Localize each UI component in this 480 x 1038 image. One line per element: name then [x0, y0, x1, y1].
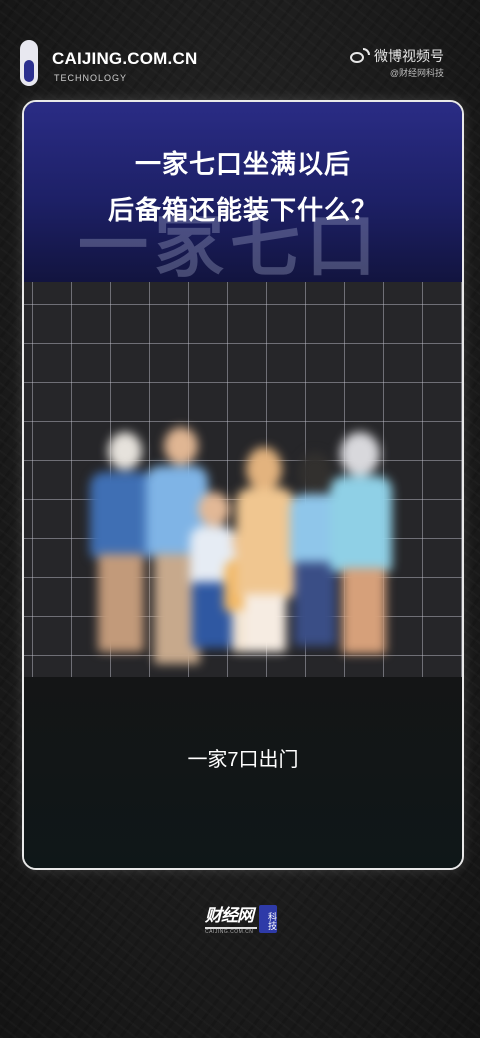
brand-tagline: TECHNOLOGY [54, 73, 128, 83]
card-header: 一家七口 一家七口坐满以后 后备箱还能装下什么？ [24, 102, 462, 285]
weibo-handle: @财经网科技 [389, 68, 444, 78]
footer-logo-main: 财经网 [205, 905, 257, 929]
weibo-icon [350, 48, 370, 64]
weibo-watermark: 微博视频号 [350, 46, 444, 66]
caijing-logo-icon [20, 40, 54, 90]
family-figures [24, 282, 462, 677]
brand-name: CAIJING.COM.CN [52, 49, 198, 68]
footer-logo: 财经网 科技 CAIJING.COM.CN [205, 905, 277, 935]
footer-logo-sub: CAIJING.COM.CN [205, 929, 254, 935]
video-caption: 一家7口出门 [187, 749, 299, 771]
caption-area: 一家7口出门 [24, 677, 462, 868]
family-illustration [24, 282, 462, 677]
weibo-platform-label: 微博视频号 [374, 48, 444, 64]
card-title-line2: 后备箱还能装下什么？ [107, 195, 378, 225]
video-card[interactable]: 一家七口 一家七口坐满以后 后备箱还能装下什么？ 一家7口出门 [22, 100, 464, 870]
card-title-line1: 一家七口坐满以后 [134, 149, 351, 179]
footer-logo-side: 科技 [259, 905, 277, 933]
